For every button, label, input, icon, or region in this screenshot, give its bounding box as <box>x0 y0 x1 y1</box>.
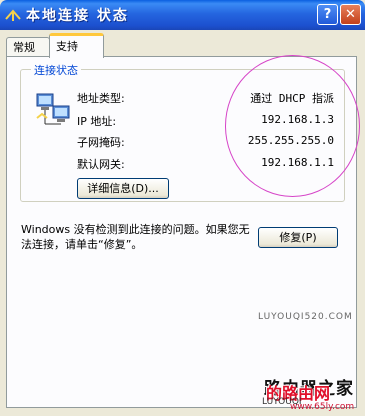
tab-support[interactable]: 支持 <box>49 33 104 58</box>
address-type-label: 地址类型: <box>77 92 125 105</box>
subnet-mask-value: 255.255.255.0 <box>247 134 334 147</box>
repair-button[interactable]: 修复(P) <box>258 227 338 248</box>
ip-address-value: 192.168.1.3 <box>261 113 334 126</box>
window-title: 本地连接 状态 <box>26 8 129 24</box>
help-button[interactable]: ? <box>317 4 338 25</box>
details-button[interactable]: 详细信息(D)... <box>77 178 169 199</box>
network-connection-icon <box>5 9 21 21</box>
title-bar[interactable]: 本地连接 状态 ? ✕ <box>0 0 365 30</box>
default-gateway-label: 默认网关: <box>77 158 125 171</box>
subnet-mask-label: 子网掩码: <box>77 136 125 149</box>
watermark-mid-text: LUYOUQI520.COM <box>258 312 353 322</box>
status-message: Windows 没有检测到此连接的问题。如果您无法连接，请单击“修复”。 <box>21 223 250 251</box>
default-gateway-value: 192.168.1.1 <box>261 156 334 169</box>
address-type-value: 通过 DHCP 指派 <box>250 92 334 105</box>
network-computers-icon <box>36 93 70 125</box>
tab-general[interactable]: 常规 <box>6 37 50 57</box>
tab-panel-support: 连接状态 地址类型: 通过 DHCP 指派 IP 地址: 192.168.1.3… <box>6 56 357 408</box>
close-button[interactable]: ✕ <box>340 4 361 25</box>
group-label: 连接状态 <box>31 62 81 78</box>
connection-status-group: 连接状态 地址类型: 通过 DHCP 指派 IP 地址: 192.168.1.3… <box>20 62 345 202</box>
ip-address-label: IP 地址: <box>77 115 117 128</box>
watermark-url: www.65ly.com <box>290 402 355 412</box>
